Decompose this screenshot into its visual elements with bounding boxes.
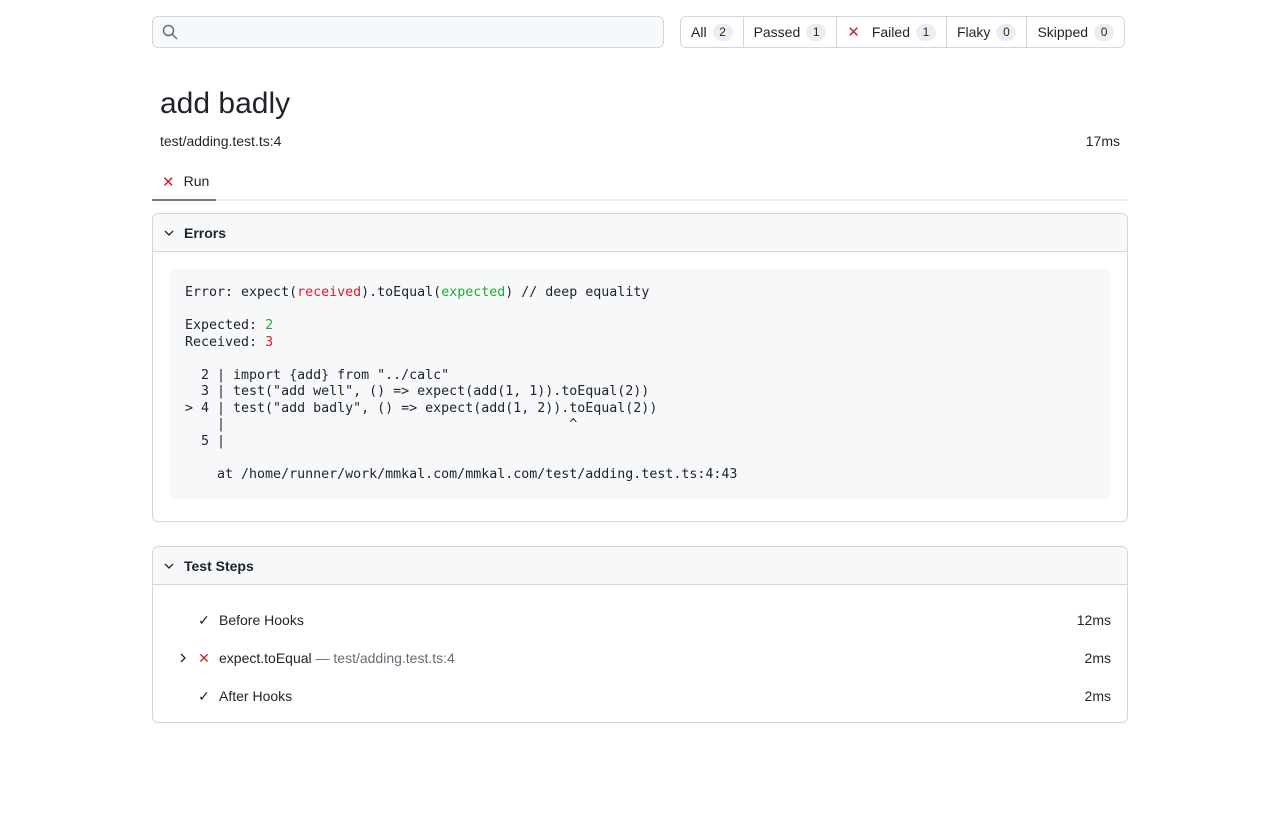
received-keyword: received	[297, 285, 362, 300]
step-title-wrap: expect.toEqual — test/adding.test.ts:4	[219, 650, 455, 666]
step-row[interactable]: ✓ Before Hooks 12ms	[153, 601, 1127, 639]
step-duration: 12ms	[1076, 612, 1111, 628]
report-container: All 2 Passed 1 ✕ Failed 1 Flaky 0 Skippe…	[152, 16, 1128, 723]
filter-count: 2	[712, 23, 733, 41]
expected-value: 2	[265, 318, 274, 333]
steps-list: ✓ Before Hooks 12ms ✕ expect.toEqual — t…	[153, 585, 1127, 722]
top-bar: All 2 Passed 1 ✕ Failed 1 Flaky 0 Skippe…	[152, 16, 1128, 48]
error-text: Error: expect(	[185, 285, 298, 300]
errors-header[interactable]: Errors	[153, 214, 1127, 252]
error-text: ) // deep equality	[505, 285, 650, 300]
filter-passed[interactable]: Passed 1	[743, 17, 838, 47]
filter-flaky[interactable]: Flaky 0	[946, 17, 1028, 47]
filter-skipped[interactable]: Skipped 0	[1027, 17, 1125, 47]
x-icon: ✕	[198, 649, 210, 666]
errors-title: Errors	[184, 224, 227, 241]
test-steps-header[interactable]: Test Steps	[153, 547, 1127, 585]
errors-panel: Errors Error: expect(received).toEqual(e…	[152, 213, 1128, 522]
received-label: Received:	[185, 334, 266, 350]
filter-all[interactable]: All 2	[681, 17, 744, 47]
test-location: test/adding.test.ts:4	[160, 133, 282, 149]
chevron-right-icon[interactable]	[177, 652, 189, 664]
error-text: ).toEqual(	[361, 285, 442, 300]
step-location: — test/adding.test.ts:4	[311, 650, 455, 666]
filter-label: Flaky	[956, 24, 991, 40]
test-title: add badly	[160, 87, 291, 120]
tab-run[interactable]: ✕ Run	[152, 169, 216, 201]
x-icon: ✕	[162, 174, 175, 191]
check-icon: ✓	[198, 611, 210, 628]
search-box[interactable]	[152, 16, 664, 48]
step-title: expect.toEqual	[219, 650, 312, 666]
expected-label: Expected:	[185, 318, 266, 333]
received-value: 3	[265, 334, 274, 350]
test-meta: test/adding.test.ts:4 17ms	[160, 133, 1120, 149]
filter-label: Failed	[871, 24, 910, 40]
filter-failed[interactable]: ✕ Failed 1	[837, 17, 947, 47]
filter-label: Skipped	[1037, 24, 1089, 40]
x-icon: ✕	[847, 24, 860, 41]
step-duration: 2ms	[1084, 688, 1111, 704]
expected-keyword: expected	[441, 285, 506, 300]
chevron-down-icon	[164, 563, 174, 569]
tab-label: Run	[183, 173, 210, 189]
search-input[interactable]	[184, 18, 663, 46]
step-row[interactable]: ✕ expect.toEqual — test/adding.test.ts:4…	[153, 639, 1127, 677]
filter-label: Passed	[753, 24, 801, 40]
filter-label: All	[691, 24, 707, 40]
search-icon	[162, 24, 178, 40]
tab-bar: ✕ Run	[152, 169, 1128, 201]
filter-count: 0	[1094, 23, 1115, 41]
step-title: After Hooks	[219, 688, 293, 704]
test-steps-panel: Test Steps ✓ Before Hooks 12ms ✕ expect.…	[152, 546, 1128, 723]
filter-count: 1	[806, 23, 827, 41]
step-title: Before Hooks	[219, 612, 304, 628]
status-filters: All 2 Passed 1 ✕ Failed 1 Flaky 0 Skippe…	[680, 16, 1126, 48]
test-duration: 17ms	[1085, 133, 1120, 149]
filter-count: 0	[996, 23, 1017, 41]
check-icon: ✓	[198, 687, 210, 704]
chevron-down-icon	[164, 230, 174, 236]
filter-count: 1	[915, 23, 936, 41]
step-row[interactable]: ✓ After Hooks 2ms	[153, 677, 1127, 715]
code-snippet: 2 | import {add} from "../calc" 3 | test…	[185, 367, 738, 482]
test-steps-title: Test Steps	[184, 557, 254, 574]
step-duration: 2ms	[1084, 650, 1111, 666]
error-message: Error: expect(received).toEqual(expected…	[169, 269, 1111, 499]
